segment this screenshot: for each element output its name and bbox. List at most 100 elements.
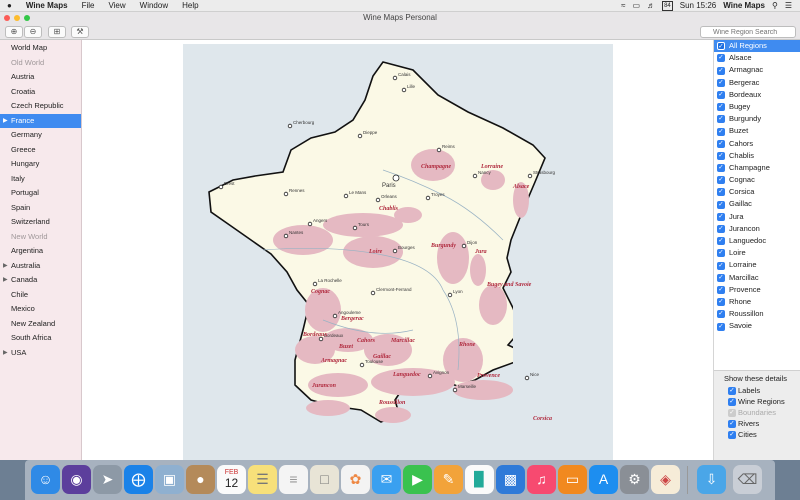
region-map-label[interactable]: Gaillac <box>373 354 391 360</box>
close-window-button[interactable] <box>4 15 10 21</box>
checkbox-checked-icon[interactable]: ✓ <box>717 115 725 124</box>
battery-icon[interactable]: 84 <box>662 0 673 11</box>
wrench-button[interactable]: ⚒ <box>71 26 89 38</box>
map-view[interactable]: Calais Lille Dieppe Cherbourg Reims Paris Nanc… <box>83 40 713 460</box>
region-map-label[interactable]: Buzet <box>338 344 353 350</box>
app-menu[interactable]: Wine Maps <box>19 1 75 10</box>
region-item-champagne[interactable]: ✓ Champagne <box>714 162 800 174</box>
region-item-cognac[interactable]: ✓ Cognac <box>714 174 800 186</box>
app-store-icon[interactable]: A <box>589 465 618 494</box>
region-item-cahors[interactable]: ✓ Cahors <box>714 138 800 150</box>
downloads-folder-icon[interactable]: ⇩ <box>697 465 726 494</box>
region-item-jurancon[interactable]: ✓ Jurancon <box>714 223 800 235</box>
menu-file[interactable]: File <box>75 1 102 10</box>
spotlight-icon[interactable]: ⚲ <box>772 1 778 10</box>
region-map-label[interactable]: Roussillon <box>378 400 406 406</box>
checkbox-checked-icon[interactable]: ✓ <box>728 397 736 406</box>
checkbox-checked-icon[interactable]: ✓ <box>717 285 725 294</box>
region-map-label[interactable]: Lorraine <box>480 164 503 170</box>
checkbox-checked-icon[interactable]: ✓ <box>717 176 725 185</box>
region-map-label[interactable]: Rhone <box>458 342 476 348</box>
notification-center-icon[interactable]: ☰ <box>785 1 792 10</box>
region-item-loire[interactable]: ✓ Loire <box>714 247 800 259</box>
notes-icon[interactable]: ☰ <box>248 465 277 494</box>
minimize-window-button[interactable] <box>14 15 20 21</box>
checkbox-checked-icon[interactable]: ✓ <box>717 200 725 209</box>
region-map-label[interactable]: Champagne <box>421 164 451 170</box>
region-item-gaillac[interactable]: ✓ Gaillac <box>714 198 800 210</box>
checkbox-checked-icon[interactable]: ✓ <box>717 139 725 148</box>
checkbox-checked-icon[interactable]: ✓ <box>717 151 725 160</box>
active-app-label[interactable]: Wine Maps <box>723 1 765 10</box>
sidebar-item-spain[interactable]: Spain <box>0 201 81 216</box>
music-icon[interactable]: ♫ <box>527 465 556 494</box>
region-item-burgundy[interactable]: ✓ Burgundy <box>714 113 800 125</box>
region-map-label[interactable]: Cahors <box>357 338 376 344</box>
search-input[interactable] <box>700 26 796 38</box>
checkbox-checked-icon[interactable]: ✓ <box>728 430 736 439</box>
pages-icon[interactable]: ✎ <box>434 465 463 494</box>
volume-icon[interactable]: ♬ <box>647 1 655 10</box>
sidebar-item-greece[interactable]: Greece <box>0 143 81 158</box>
finder-icon[interactable]: ☺ <box>31 465 60 494</box>
clock[interactable]: Sun 15:26 <box>680 1 716 10</box>
checkbox-checked-icon[interactable]: ✓ <box>728 386 736 395</box>
system-preferences-icon[interactable]: ⚙ <box>620 465 649 494</box>
sidebar-item-france[interactable]: ▶ France <box>0 113 81 129</box>
messages-icon[interactable]: ✉ <box>372 465 401 494</box>
calendar-icon[interactable]: FEB 12 <box>217 465 246 494</box>
sidebar-item-usa[interactable]: ▶ USA <box>0 346 81 361</box>
photos-icon[interactable]: ✿ <box>341 465 370 494</box>
region-map-label[interactable]: Burgundy <box>430 243 456 249</box>
checkbox-checked-icon[interactable]: ✓ <box>717 249 725 258</box>
facetime-icon[interactable]: ▶ <box>403 465 432 494</box>
menu-view[interactable]: View <box>101 1 132 10</box>
sidebar-item-canada[interactable]: ▶ Canada <box>0 273 81 288</box>
sidebar-item-south-africa[interactable]: South Africa <box>0 331 81 346</box>
region-map-label[interactable]: Bergerac <box>340 316 364 322</box>
disclosure-triangle-icon[interactable]: ▶ <box>3 114 8 129</box>
checkbox-checked-icon[interactable]: ✓ <box>717 273 725 282</box>
region-item-armagnac[interactable]: ✓ Armagnac <box>714 64 800 76</box>
keynote-icon[interactable]: ▩ <box>496 465 525 494</box>
sidebar-item-switzerland[interactable]: Switzerland <box>0 215 81 230</box>
region-map-label[interactable]: Alsace <box>512 184 530 190</box>
checkbox-checked-icon[interactable]: ✓ <box>717 78 725 87</box>
checkbox-checked-icon[interactable]: ✓ <box>717 164 725 173</box>
sidebar-item-germany[interactable]: Germany <box>0 128 81 143</box>
preview-icon[interactable]: □ <box>310 465 339 494</box>
disclosure-triangle-icon[interactable]: ▶ <box>3 273 8 288</box>
region-map-label[interactable]: Loire <box>368 249 383 255</box>
checkbox-checked-icon[interactable]: ✓ <box>717 261 725 270</box>
disclosure-triangle-icon[interactable]: ▶ <box>3 259 8 274</box>
photo-viewer-icon[interactable]: ▣ <box>155 465 184 494</box>
region-map-label[interactable]: Bugey and Savoie <box>486 282 532 288</box>
region-item-bordeaux[interactable]: ✓ Bordeaux <box>714 89 800 101</box>
safari-icon[interactable]: ⨁ <box>124 465 153 494</box>
checkbox-checked-icon[interactable]: ✓ <box>717 90 725 99</box>
zoom-in-button[interactable]: ⊕ <box>5 26 23 38</box>
region-map-label[interactable]: Armagnac <box>320 358 347 364</box>
sidebar-item-czech-republic[interactable]: Czech Republic <box>0 99 81 114</box>
sidebar-item-portugal[interactable]: Portugal <box>0 186 81 201</box>
region-item-corsica[interactable]: ✓ Corsica <box>714 186 800 198</box>
region-map-label[interactable]: Provence <box>477 373 500 379</box>
wifi-icon[interactable]: ≈ <box>621 1 625 10</box>
checkbox-checked-icon[interactable]: ✓ <box>717 237 725 246</box>
detail-labels[interactable]: ✓ Labels <box>714 385 800 396</box>
checkbox-checked-icon[interactable]: ✓ <box>717 298 725 307</box>
sidebar-item-chile[interactable]: Chile <box>0 288 81 303</box>
checkbox-checked-icon[interactable]: ✓ <box>717 54 725 63</box>
region-item-bergerac[interactable]: ✓ Bergerac <box>714 77 800 89</box>
sidebar-item-hungary[interactable]: Hungary <box>0 157 81 172</box>
region-map-label[interactable]: Chablis <box>379 206 399 212</box>
contacts-icon[interactable]: ● <box>186 465 215 494</box>
checkbox-checked-icon[interactable]: ✓ <box>717 212 725 221</box>
checkbox-checked-icon[interactable]: ✓ <box>717 322 725 331</box>
region-map-label[interactable]: Jurancon <box>311 383 337 389</box>
numbers-icon[interactable]: ▉ <box>465 465 494 494</box>
region-item-bugey[interactable]: ✓ Bugey <box>714 101 800 113</box>
menu-window[interactable]: Window <box>133 1 175 10</box>
reminders-icon[interactable]: ≡ <box>279 465 308 494</box>
detail-wine-regions[interactable]: ✓ Wine Regions <box>714 396 800 407</box>
